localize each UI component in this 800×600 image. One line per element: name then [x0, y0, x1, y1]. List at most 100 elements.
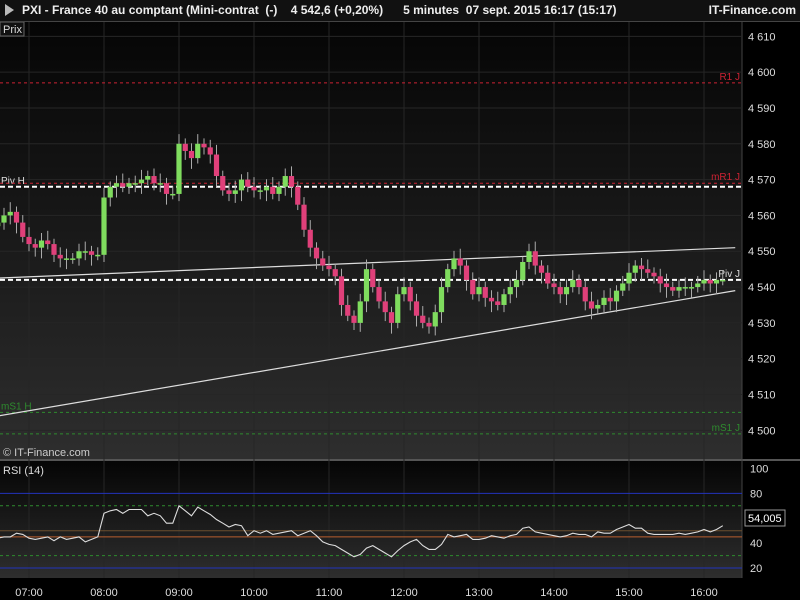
candle-body	[520, 261, 526, 280]
candle-body	[382, 301, 388, 313]
price-tick-label: 4 580	[748, 139, 776, 151]
candle-body	[513, 279, 520, 288]
candle-body	[32, 244, 38, 248]
candle-body	[626, 272, 632, 284]
rsi-tick-label: 80	[750, 488, 762, 500]
price-panel-background	[0, 22, 742, 459]
candle-body	[257, 190, 263, 192]
candle-body	[207, 147, 213, 155]
candle-body	[426, 322, 432, 327]
time-tick-label: 16:00	[690, 587, 718, 599]
candle-body	[201, 143, 207, 148]
candle-body	[576, 279, 582, 288]
price-tick-label: 4 510	[748, 390, 776, 402]
price-tick-label: 4 570	[748, 175, 776, 187]
candle-body	[363, 269, 370, 302]
candle-body	[126, 183, 132, 187]
price-tick-label: 4 610	[748, 31, 776, 43]
price-rsi-chart[interactable]: Piv HPiv JR1 JmR1 JmS1 HmS1 J 4 5004 510…	[0, 22, 800, 600]
candle-body	[245, 179, 251, 187]
chart-title: PXI - France 40 au comptant (Mini-contra…	[22, 3, 617, 17]
rsi-panel-background	[0, 461, 742, 578]
candle-body	[195, 143, 201, 159]
price-tick-label: 4 540	[748, 282, 776, 294]
candle-body	[638, 265, 645, 270]
candle-body	[713, 279, 720, 284]
candle-body	[557, 287, 563, 295]
candle-body	[351, 315, 357, 323]
candle-body	[338, 276, 345, 305]
candle-body	[545, 272, 551, 284]
price-tick-label: 4 550	[748, 246, 776, 258]
candle-body	[345, 304, 351, 316]
candle-body	[326, 265, 332, 270]
candle-body	[238, 179, 245, 191]
candle-body	[463, 265, 470, 280]
candle-body	[451, 258, 457, 270]
candle-body	[438, 287, 445, 313]
candle-body	[482, 287, 488, 298]
time-tick-label: 09:00	[165, 587, 193, 599]
candle-body	[320, 258, 326, 266]
candle-body	[120, 183, 126, 187]
candle-body	[63, 258, 70, 260]
candle-body	[376, 287, 382, 302]
candle-body	[107, 186, 113, 198]
candle-body	[432, 312, 438, 327]
candle-body	[357, 301, 363, 323]
candle-body	[263, 186, 270, 191]
rsi-tick-label: 100	[750, 463, 768, 475]
candle-body	[551, 283, 557, 288]
candle-body	[132, 183, 138, 185]
candle-body	[420, 315, 426, 323]
candle-body	[145, 176, 151, 180]
candle-body	[676, 287, 682, 291]
candle-body	[588, 301, 595, 309]
candle-body	[232, 190, 238, 194]
level-label: R1 J	[719, 72, 740, 83]
candle-body	[188, 150, 195, 159]
candle-body	[176, 143, 182, 194]
level-label: Piv J	[718, 269, 740, 280]
time-tick-label: 10:00	[240, 587, 268, 599]
candle-body	[695, 283, 701, 288]
dropdown-arrow-icon[interactable]	[5, 4, 14, 16]
rsi-current-value: 54,005	[748, 513, 782, 525]
candle-body	[563, 287, 570, 295]
candle-body	[20, 222, 26, 237]
price-tick-label: 4 500	[748, 425, 776, 437]
price-tick-label: 4 520	[748, 354, 776, 366]
candle-body	[682, 287, 688, 289]
brand-name[interactable]: IT-Finance.com	[709, 0, 796, 21]
candle-body	[570, 279, 576, 288]
rsi-label: RSI (14)	[3, 465, 44, 477]
candle-body	[226, 190, 232, 194]
price-tick-label: 4 560	[748, 210, 776, 222]
level-label: mR1 J	[711, 172, 740, 183]
candle-body	[476, 287, 482, 295]
candle-body	[307, 229, 313, 248]
time-tick-label: 15:00	[615, 587, 643, 599]
candle-body	[688, 287, 695, 289]
candle-body	[701, 279, 707, 284]
time-tick-label: 11:00	[316, 587, 343, 599]
candle-body	[657, 276, 663, 284]
candle-body	[101, 197, 107, 255]
candle-body	[13, 211, 20, 223]
candle-body	[445, 269, 451, 288]
candle-body	[7, 211, 13, 216]
candle-body	[301, 204, 307, 230]
candle-body	[613, 290, 620, 302]
candle-body	[288, 176, 295, 187]
time-tick-label: 14:00	[540, 587, 568, 599]
candle-body	[51, 244, 57, 255]
candle-body	[395, 294, 401, 323]
candle-body	[332, 269, 338, 277]
candle-body	[470, 279, 476, 295]
candle-body	[413, 301, 420, 316]
candle-body	[45, 240, 51, 245]
candle-body	[407, 287, 413, 302]
candle-body	[213, 154, 220, 177]
candle-body	[170, 193, 176, 196]
candle-body	[276, 186, 282, 194]
